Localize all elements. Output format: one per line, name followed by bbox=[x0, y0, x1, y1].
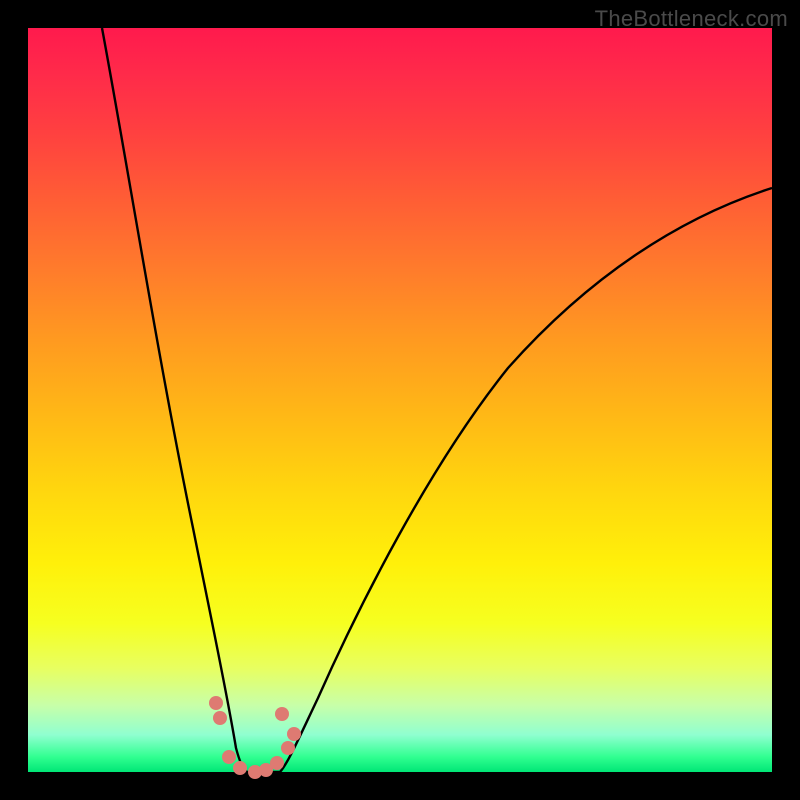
curve-layer bbox=[28, 28, 772, 772]
bottleneck-curve-left bbox=[102, 28, 248, 772]
valley-marker bbox=[233, 761, 247, 775]
valley-marker-group bbox=[209, 696, 301, 779]
valley-marker bbox=[213, 711, 227, 725]
valley-marker bbox=[222, 750, 236, 764]
outer-frame: TheBottleneck.com bbox=[0, 0, 800, 800]
valley-marker bbox=[209, 696, 223, 710]
valley-marker bbox=[287, 727, 301, 741]
bottleneck-curve-right bbox=[280, 188, 772, 772]
valley-marker bbox=[270, 756, 284, 770]
valley-marker bbox=[281, 741, 295, 755]
valley-marker bbox=[275, 707, 289, 721]
plot-area bbox=[28, 28, 772, 772]
